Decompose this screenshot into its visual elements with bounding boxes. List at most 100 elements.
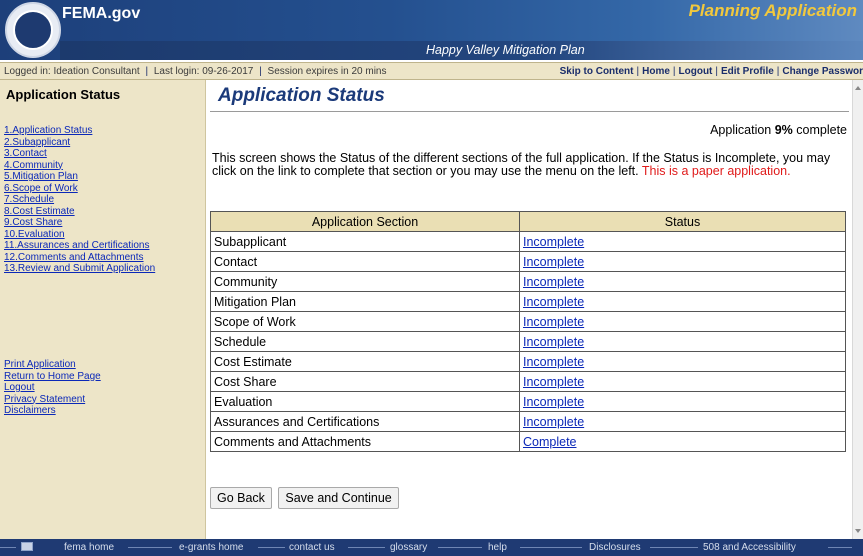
status-cell: Incomplete xyxy=(519,351,846,372)
footer-fema-home-link[interactable]: fema home xyxy=(64,542,114,553)
completion-status: Application 9% complete xyxy=(710,123,847,137)
section-cell: Subapplicant xyxy=(210,231,520,252)
completion-percent: 9% xyxy=(774,123,793,137)
footer-help-link[interactable]: help xyxy=(488,542,507,553)
status-cell: Incomplete xyxy=(519,251,846,272)
footer-divider-line xyxy=(438,547,482,548)
title-divider xyxy=(210,111,849,112)
vertical-scrollbar[interactable] xyxy=(852,80,863,539)
status-link[interactable]: Incomplete xyxy=(523,375,584,389)
disclaimers-link[interactable]: Disclaimers xyxy=(4,405,101,417)
sidebar-item-schedule[interactable]: 7.Schedule xyxy=(4,194,155,206)
scroll-up-arrow-icon[interactable] xyxy=(855,86,861,90)
section-cell: Cost Estimate xyxy=(210,351,520,372)
status-cell: Incomplete xyxy=(519,391,846,412)
change-password-link[interactable]: Change Passwor xyxy=(782,66,863,77)
logged-in-text: Logged in: Ideation Consultant xyxy=(4,66,140,77)
footer-disclosures-link[interactable]: Disclosures xyxy=(589,542,641,553)
status-table: Application Section Status Subapplicant … xyxy=(210,211,846,452)
sidebar-item-application-status[interactable]: 1.Application Status xyxy=(4,125,155,137)
table-row: Cost Estimate Incomplete xyxy=(210,351,846,372)
status-link[interactable]: Incomplete xyxy=(523,295,584,309)
status-cell: Incomplete xyxy=(519,231,846,252)
table-row: Mitigation Plan Incomplete xyxy=(210,291,846,312)
status-link[interactable]: Incomplete xyxy=(523,275,584,289)
session-expiry-text: Session expires in 20 mins xyxy=(267,66,387,77)
privacy-statement-link[interactable]: Privacy Statement xyxy=(4,394,101,406)
status-cell: Complete xyxy=(519,431,846,452)
section-cell: Assurances and Certifications xyxy=(210,411,520,432)
session-info: Logged in: Ideation Consultant | Last lo… xyxy=(4,66,387,77)
completion-prefix: Application xyxy=(710,123,775,137)
status-link[interactable]: Incomplete xyxy=(523,315,584,329)
sidebar-item-review-submit[interactable]: 13.Review and Submit Application xyxy=(4,263,155,275)
status-link[interactable]: Complete xyxy=(523,435,577,449)
divider: | xyxy=(715,66,718,77)
sidebar-item-community[interactable]: 4.Community xyxy=(4,160,155,172)
sidebar-title: Application Status xyxy=(6,87,121,102)
status-link[interactable]: Incomplete xyxy=(523,255,584,269)
sidebar-item-scope-of-work[interactable]: 6.Scope of Work xyxy=(4,183,155,195)
intro-text: This screen shows the Status of the diff… xyxy=(212,152,848,178)
status-cell: Incomplete xyxy=(519,411,846,432)
footer-accessibility-link[interactable]: 508 and Accessibility xyxy=(703,542,796,553)
table-row: Community Incomplete xyxy=(210,271,846,292)
section-cell: Cost Share xyxy=(210,371,520,392)
sidebar-item-cost-share[interactable]: 9.Cost Share xyxy=(4,217,155,229)
action-buttons: Go Back Save and Continue xyxy=(210,487,401,509)
sidebar-item-assurances[interactable]: 11.Assurances and Certifications xyxy=(4,240,155,252)
footer-glossary-link[interactable]: glossary xyxy=(390,542,427,553)
section-cell: Comments and Attachments xyxy=(210,431,520,452)
status-link[interactable]: Incomplete xyxy=(523,395,584,409)
divider: | xyxy=(636,66,640,77)
last-login-text: Last login: 09-26-2017 xyxy=(153,66,254,77)
return-home-link[interactable]: Return to Home Page xyxy=(4,371,101,383)
scroll-down-arrow-icon[interactable] xyxy=(855,529,861,533)
footer-egrants-home-link[interactable]: e-grants home xyxy=(179,542,243,553)
divider: | xyxy=(672,66,676,77)
sidebar-item-cost-estimate[interactable]: 8.Cost Estimate xyxy=(4,206,155,218)
sidebar-item-comments-attachments[interactable]: 12.Comments and Attachments xyxy=(4,252,155,264)
divider: | xyxy=(145,66,149,77)
footer-divider-line xyxy=(348,547,385,548)
section-cell: Evaluation xyxy=(210,391,520,412)
table-header-row: Application Section Status xyxy=(210,211,846,232)
go-back-button[interactable]: Go Back xyxy=(210,487,272,509)
footer-divider-line xyxy=(520,547,582,548)
table-row: Evaluation Incomplete xyxy=(210,391,846,412)
skip-to-content-link[interactable]: Skip to Content xyxy=(560,66,634,77)
divider: | xyxy=(259,66,262,77)
sidebar-item-mitigation-plan[interactable]: 5.Mitigation Plan xyxy=(4,171,155,183)
plan-name: Happy Valley Mitigation Plan xyxy=(426,43,585,57)
sidebar-item-evaluation[interactable]: 10.Evaluation xyxy=(4,229,155,241)
status-cell: Incomplete xyxy=(519,371,846,392)
status-link[interactable]: Incomplete xyxy=(523,235,584,249)
sidebar-nav: 1.Application Status 2.Subapplicant 3.Co… xyxy=(4,125,155,275)
paper-application-note: This is a paper application. xyxy=(641,164,791,178)
status-link[interactable]: Incomplete xyxy=(523,335,584,349)
status-cell: Incomplete xyxy=(519,311,846,332)
table-row: Schedule Incomplete xyxy=(210,331,846,352)
footer-divider-line xyxy=(650,547,698,548)
footer-contact-us-link[interactable]: contact us xyxy=(289,542,335,553)
column-header-status: Status xyxy=(519,211,846,232)
sidebar-utility-links: Print Application Return to Home Page Lo… xyxy=(4,359,101,417)
save-and-continue-button[interactable]: Save and Continue xyxy=(278,487,399,509)
print-application-link[interactable]: Print Application xyxy=(4,359,101,371)
sidebar-item-contact[interactable]: 3.Contact xyxy=(4,148,155,160)
session-info-bar: Logged in: Ideation Consultant | Last lo… xyxy=(0,62,863,80)
table-row: Assurances and Certifications Incomplete xyxy=(210,411,846,432)
footer-divider-line xyxy=(0,547,16,548)
section-cell: Schedule xyxy=(210,331,520,352)
footer-window-icon xyxy=(21,542,33,551)
sidebar-item-subapplicant[interactable]: 2.Subapplicant xyxy=(4,137,155,149)
status-link[interactable]: Incomplete xyxy=(523,355,584,369)
status-link[interactable]: Incomplete xyxy=(523,415,584,429)
home-link[interactable]: Home xyxy=(642,66,670,77)
footer-divider-line xyxy=(258,547,285,548)
completion-suffix: complete xyxy=(792,123,847,137)
sidebar-logout-link[interactable]: Logout xyxy=(4,382,101,394)
status-cell: Incomplete xyxy=(519,291,846,312)
logout-link[interactable]: Logout xyxy=(679,66,713,77)
edit-profile-link[interactable]: Edit Profile xyxy=(721,66,774,77)
